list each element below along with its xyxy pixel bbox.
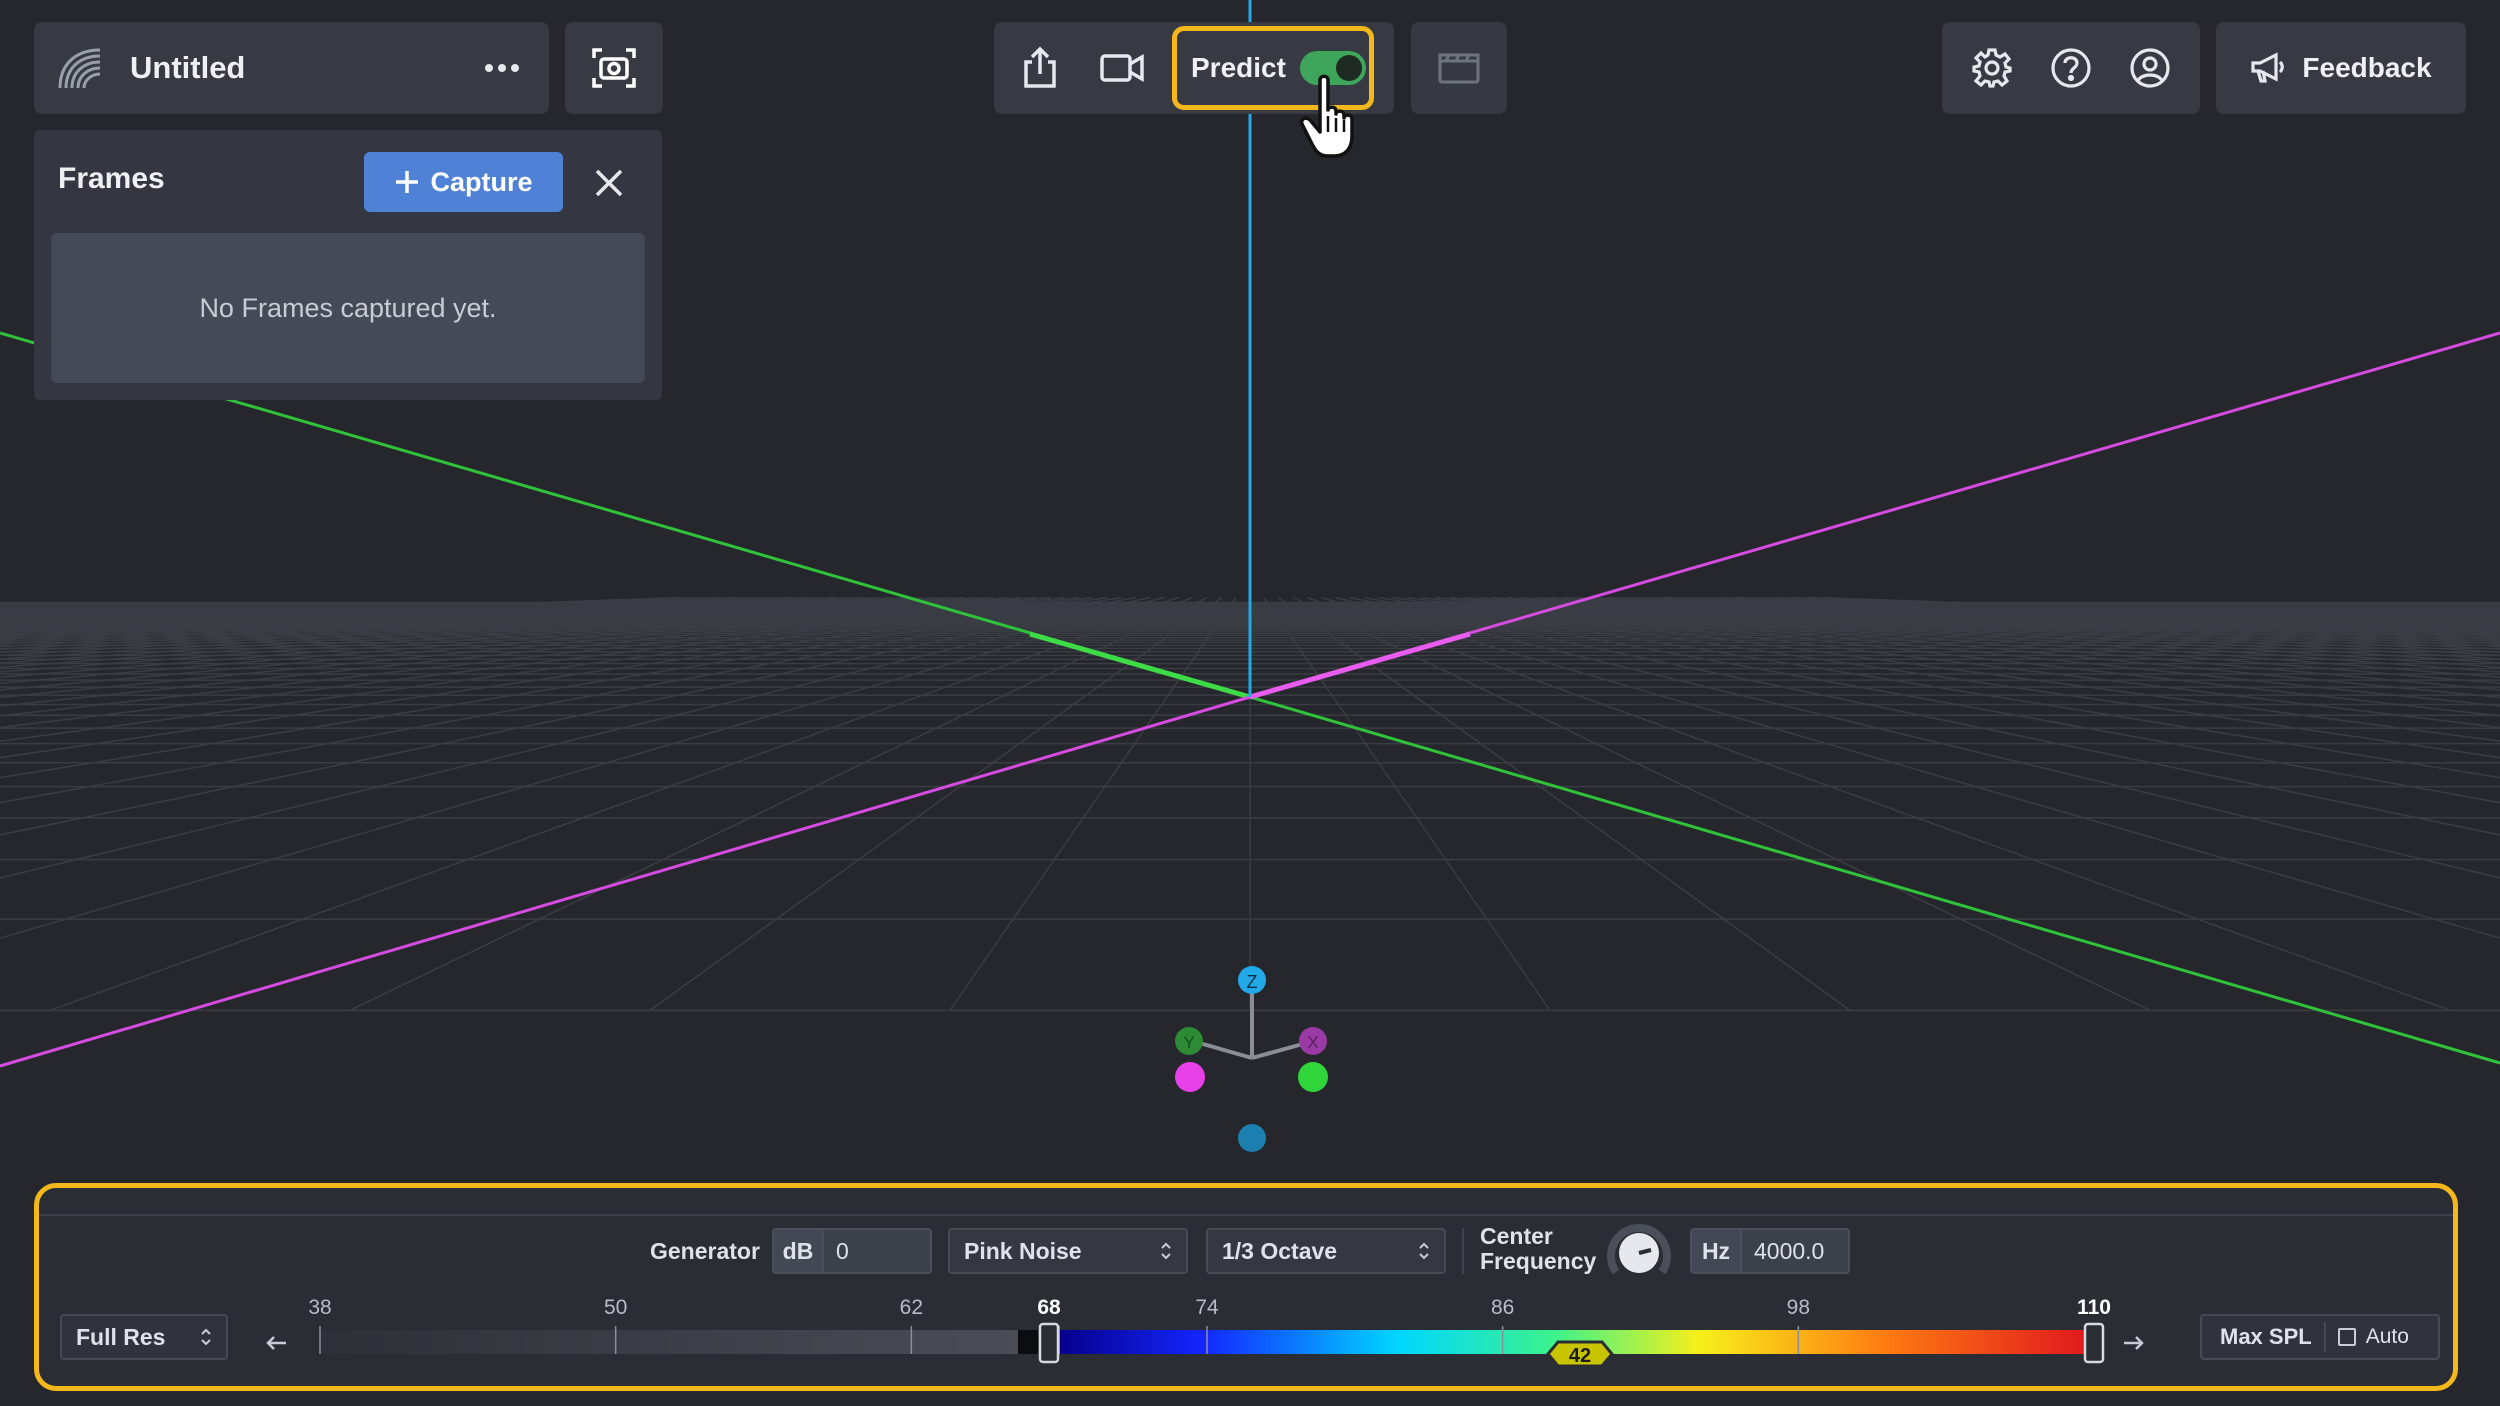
noise-type-value: Pink Noise	[964, 1237, 1082, 1264]
max-level-handle	[2083, 1322, 2105, 1364]
noise-type-select[interactable]: Pink Noise	[948, 1228, 1188, 1274]
max-spl-label: Max SPL	[2220, 1324, 2312, 1349]
gizmo-neg-y-handle	[1298, 1062, 1328, 1092]
center-frequency-label: Center Frequency	[1480, 1224, 1596, 1274]
close-icon	[594, 168, 624, 198]
record-video-button[interactable]	[1094, 42, 1150, 94]
frames-empty-message: No Frames captured yet.	[51, 233, 645, 383]
min-level-handle	[1038, 1322, 1060, 1364]
scale-tick-label: 74	[1195, 1296, 1219, 1319]
frames-panel: Frames Capture No Frames captured yet.	[34, 130, 662, 400]
predict-label: Predict	[1191, 52, 1286, 83]
frequency-knob[interactable]	[1606, 1220, 1672, 1286]
animation-button[interactable]	[1411, 22, 1507, 114]
resolution-select[interactable]: Full Res	[60, 1314, 228, 1360]
axis-gizmo[interactable]: Z Y X	[1175, 966, 1328, 1152]
center-toolbar: Predict	[994, 22, 1394, 114]
account-button[interactable]	[2122, 40, 2178, 96]
app-logo-icon	[56, 44, 104, 92]
axis-y-line-far	[1249, 695, 2500, 1065]
generator-label: Generator	[650, 1238, 760, 1264]
band-value: 1/3 Octave	[1222, 1237, 1338, 1264]
share-button[interactable]	[1014, 42, 1066, 94]
resolution-value: Full Res	[76, 1323, 166, 1350]
scale-tick-label: 86	[1491, 1296, 1514, 1319]
share-icon	[1020, 46, 1060, 90]
updown-chevron-icon	[1418, 1241, 1430, 1261]
help-circle-icon	[2050, 47, 2092, 89]
updown-chevron-icon	[200, 1327, 212, 1347]
frames-heading: Frames	[58, 162, 165, 195]
feedback-button[interactable]: Feedback	[2216, 22, 2466, 114]
hz-unit-label: Hz	[1692, 1230, 1742, 1272]
close-frames-button[interactable]	[584, 158, 634, 208]
gizmo-neg-x-handle	[1175, 1062, 1205, 1092]
video-camera-icon	[1099, 52, 1145, 84]
scale-tick-label: 98	[1787, 1296, 1810, 1319]
gear-icon	[1971, 47, 2013, 89]
help-button[interactable]	[2043, 40, 2099, 96]
min-handle-label: 68	[1037, 1296, 1061, 1319]
arrow-right-icon	[2122, 1335, 2144, 1351]
frequency-hz-input[interactable]: Hz 4000.0	[1690, 1228, 1850, 1274]
capture-label: Capture	[430, 166, 533, 197]
auto-checkbox[interactable]	[2337, 1328, 2356, 1346]
max-handle-label: 110	[2077, 1296, 2111, 1319]
scale-tick-label: 38	[308, 1296, 331, 1319]
project-title[interactable]: Untitled	[130, 50, 477, 86]
scale-right-button[interactable]	[2118, 1328, 2148, 1358]
gizmo-y-label: Y	[1183, 1033, 1194, 1052]
capture-button[interactable]: Capture	[364, 152, 563, 212]
feedback-label: Feedback	[2302, 52, 2432, 83]
db-value: 0	[836, 1237, 849, 1264]
project-title-card: Untitled	[34, 22, 549, 114]
camera-frame-icon	[590, 44, 638, 92]
right-toolbar	[1942, 22, 2200, 114]
predict-control[interactable]: Predict	[1172, 26, 1374, 110]
gizmo-z-label: Z	[1247, 972, 1258, 992]
gizmo-x-label: X	[1307, 1033, 1318, 1052]
divider	[1462, 1228, 1464, 1274]
megaphone-icon	[2250, 52, 2286, 84]
auto-label: Auto	[2365, 1325, 2409, 1348]
max-spl-control: Max SPL Auto	[2200, 1314, 2440, 1360]
scale-tick-label: 50	[604, 1296, 627, 1319]
scale-left-button[interactable]	[262, 1328, 292, 1358]
user-circle-icon	[2129, 47, 2171, 89]
generator-db-input[interactable]: dB 0	[772, 1228, 932, 1274]
center-frequency-label-line1: Center	[1480, 1223, 1553, 1249]
predict-toggle[interactable]	[1299, 51, 1366, 85]
clapperboard-icon	[1437, 51, 1481, 85]
spl-color-scale[interactable]: 38 50 62 74 86 98 68 110 42	[300, 1290, 2160, 1380]
band-select[interactable]: 1/3 Octave	[1206, 1228, 1446, 1274]
db-unit-label: dB	[774, 1230, 824, 1272]
hz-value: 4000.0	[1754, 1237, 1825, 1264]
plus-icon	[394, 169, 420, 195]
arrow-left-icon	[266, 1335, 288, 1351]
more-options-icon[interactable]	[477, 43, 527, 93]
range-badge: 42	[1569, 1345, 1591, 1367]
center-frequency-label-line2: Frequency	[1480, 1248, 1597, 1274]
updown-chevron-icon	[1160, 1241, 1172, 1261]
settings-button[interactable]	[1964, 40, 2020, 96]
gizmo-neg-z-handle	[1238, 1124, 1266, 1152]
scale-tick-label: 62	[900, 1296, 923, 1319]
screenshot-button[interactable]	[565, 22, 663, 114]
